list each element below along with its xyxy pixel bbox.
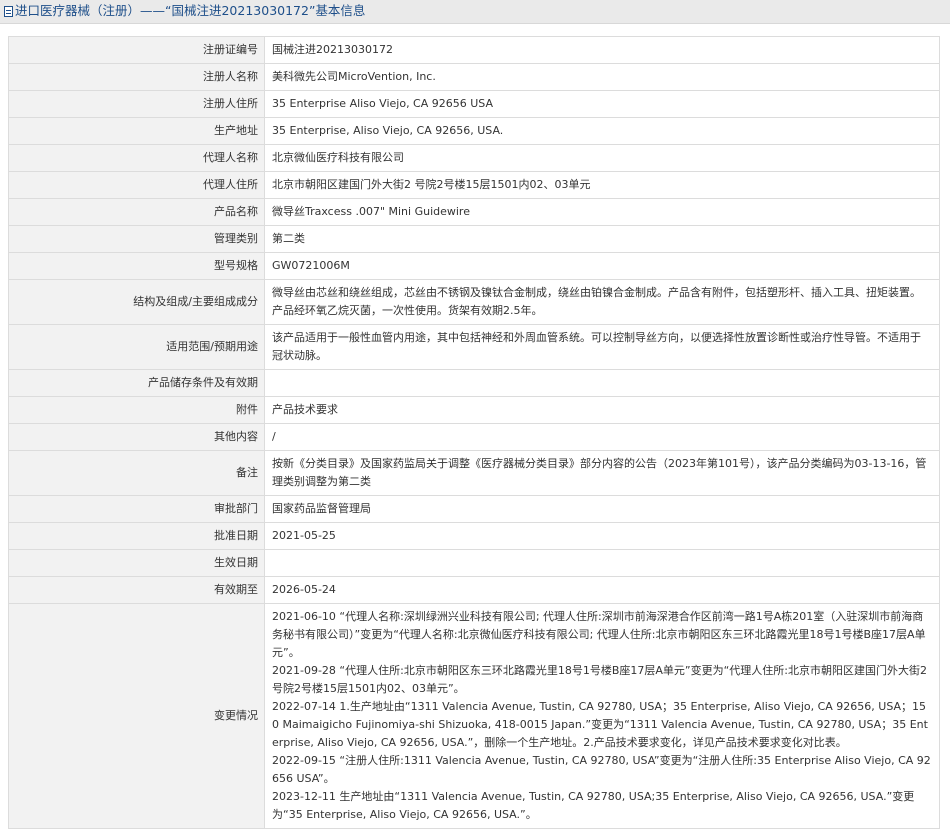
table-row: 生产地址 35 Enterprise, Aliso Viejo, CA 9265…	[8, 117, 940, 145]
row-value: 国家药品监督管理局	[264, 495, 940, 523]
row-value: 微导丝由芯丝和绕丝组成，芯丝由不锈钢及镍钛合金制成，绕丝由铂镍合金制成。产品含有…	[264, 279, 940, 325]
row-label: 产品储存条件及有效期	[8, 369, 265, 397]
row-value: 该产品适用于一般性血管内用途，其中包括神经和外周血管系统。可以控制导丝方向，以便…	[264, 324, 940, 370]
row-label: 注册人名称	[8, 63, 265, 91]
row-label: 批准日期	[8, 522, 265, 550]
row-label: 注册证编号	[8, 36, 265, 64]
table-row: 代理人名称 北京微仙医疗科技有限公司	[8, 144, 940, 172]
table-row: 其他内容 /	[8, 423, 940, 451]
table-row: 生效日期	[8, 549, 940, 577]
row-label: 有效期至	[8, 576, 265, 604]
row-value: 35 Enterprise Aliso Viejo, CA 92656 USA	[264, 90, 940, 118]
table-row: 型号规格 GW0721006M	[8, 252, 940, 280]
row-label: 管理类别	[8, 225, 265, 253]
row-label: 产品名称	[8, 198, 265, 226]
row-label: 变更情况	[8, 603, 265, 829]
table-row: 管理类别 第二类	[8, 225, 940, 253]
row-label: 附件	[8, 396, 265, 424]
page-title: 进口医疗器械（注册）——“国械注进20213030172”基本信息	[15, 3, 366, 18]
row-label: 其他内容	[8, 423, 265, 451]
table-row: 附件 产品技术要求	[8, 396, 940, 424]
table-row: 有效期至 2026-05-24	[8, 576, 940, 604]
change-entry: 2023-12-11 生产地址由“1311 Valencia Avenue, T…	[272, 790, 915, 821]
change-entry: 2022-07-14 1.生产地址由“1311 Valencia Avenue,…	[272, 700, 928, 749]
row-value: /	[264, 423, 940, 451]
row-value: 微导丝Traxcess .007" Mini Guidewire	[264, 198, 940, 226]
row-label: 审批部门	[8, 495, 265, 523]
page-header: 进口医疗器械（注册）——“国械注进20213030172”基本信息	[0, 0, 950, 24]
change-entry: 2021-09-28 “代理人住所:北京市朝阳区东三环北路霞光里18号1号楼B座…	[272, 664, 927, 695]
row-value	[264, 369, 940, 397]
row-label: 生效日期	[8, 549, 265, 577]
row-label: 适用范围/预期用途	[8, 324, 265, 370]
info-table: 注册证编号 国械注进20213030172 注册人名称 美科微先公司MicroV…	[8, 36, 940, 829]
table-row: 产品名称 微导丝Traxcess .007" Mini Guidewire	[8, 198, 940, 226]
change-history: 2021-06-10 “代理人名称:深圳绿洲兴业科技有限公司; 代理人住所:深圳…	[264, 603, 940, 829]
table-row: 备注 按新《分类目录》及国家药监局关于调整《医疗器械分类目录》部分内容的公告（2…	[8, 450, 940, 496]
row-value: 第二类	[264, 225, 940, 253]
table-row: 变更情况 2021-06-10 “代理人名称:深圳绿洲兴业科技有限公司; 代理人…	[8, 603, 940, 829]
row-value: 2021-05-25	[264, 522, 940, 550]
change-entry: 2021-06-10 “代理人名称:深圳绿洲兴业科技有限公司; 代理人住所:深圳…	[272, 610, 926, 659]
table-row: 结构及组成/主要组成成分 微导丝由芯丝和绕丝组成，芯丝由不锈钢及镍钛合金制成，绕…	[8, 279, 940, 325]
row-label: 代理人住所	[8, 171, 265, 199]
row-label: 结构及组成/主要组成成分	[8, 279, 265, 325]
document-icon	[4, 6, 13, 17]
row-value: 35 Enterprise, Aliso Viejo, CA 92656, US…	[264, 117, 940, 145]
row-value: 美科微先公司MicroVention, Inc.	[264, 63, 940, 91]
row-value: 北京微仙医疗科技有限公司	[264, 144, 940, 172]
row-label: 型号规格	[8, 252, 265, 280]
change-entry: 2022-09-15 “注册人住所:1311 Valencia Avenue, …	[272, 754, 931, 785]
table-row: 审批部门 国家药品监督管理局	[8, 495, 940, 523]
row-label: 代理人名称	[8, 144, 265, 172]
row-value: 2026-05-24	[264, 576, 940, 604]
row-label: 注册人住所	[8, 90, 265, 118]
table-row: 批准日期 2021-05-25	[8, 522, 940, 550]
row-value	[264, 549, 940, 577]
table-row: 代理人住所 北京市朝阳区建国门外大街2 号院2号楼15层1501内02、03单元	[8, 171, 940, 199]
table-row: 注册证编号 国械注进20213030172	[8, 36, 940, 64]
table-row: 注册人名称 美科微先公司MicroVention, Inc.	[8, 63, 940, 91]
row-value: 国械注进20213030172	[264, 36, 940, 64]
row-value: GW0721006M	[264, 252, 940, 280]
row-value: 北京市朝阳区建国门外大街2 号院2号楼15层1501内02、03单元	[264, 171, 940, 199]
row-value: 按新《分类目录》及国家药监局关于调整《医疗器械分类目录》部分内容的公告（2023…	[264, 450, 940, 496]
row-value: 产品技术要求	[264, 396, 940, 424]
row-label: 生产地址	[8, 117, 265, 145]
table-row: 注册人住所 35 Enterprise Aliso Viejo, CA 9265…	[8, 90, 940, 118]
table-row: 产品储存条件及有效期	[8, 369, 940, 397]
row-label: 备注	[8, 450, 265, 496]
table-row: 适用范围/预期用途 该产品适用于一般性血管内用途，其中包括神经和外周血管系统。可…	[8, 324, 940, 370]
